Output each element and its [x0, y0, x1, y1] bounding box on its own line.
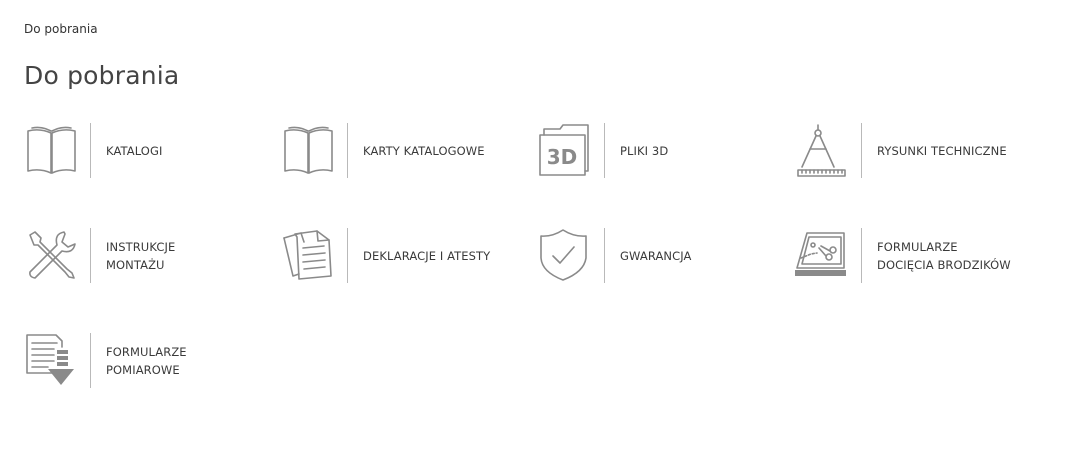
divider	[861, 228, 862, 283]
3d-folder-icon: 3D	[538, 123, 594, 179]
divider	[604, 228, 605, 283]
open-book-icon	[281, 123, 337, 179]
divider	[604, 123, 605, 178]
download-item-deklaracje-i-atesty[interactable]: DEKLARACJE I ATESTY	[281, 228, 521, 284]
divider	[90, 228, 91, 283]
wrench-screwdriver-icon	[24, 228, 80, 284]
download-item-karty-katalogowe[interactable]: KARTY KATALOGOWE	[281, 123, 521, 179]
scissors-tray-icon	[795, 228, 851, 284]
download-item-gwarancja[interactable]: GWARANCJA	[538, 228, 778, 284]
item-label: FORMULARZE DOCIĘCIA BRODZIKÓW	[877, 240, 1011, 272]
item-label: DEKLARACJE I ATESTY	[363, 249, 491, 263]
download-item-pliki-3d[interactable]: 3D PLIKI 3D	[538, 123, 778, 179]
svg-text:3D: 3D	[547, 145, 578, 169]
item-label: RYSUNKI TECHNICZNE	[877, 144, 1007, 158]
download-form-icon	[24, 333, 80, 389]
divider	[90, 333, 91, 388]
shield-check-icon	[538, 228, 594, 284]
page-title: Do pobrania	[24, 61, 180, 90]
divider	[347, 228, 348, 283]
divider	[90, 123, 91, 178]
divider	[347, 123, 348, 178]
download-item-instrukcje-montazu[interactable]: INSTRUKCJE MONTAŻU	[24, 228, 264, 284]
item-label: INSTRUKCJE MONTAŻU	[106, 240, 176, 272]
download-item-katalogi[interactable]: KATALOGI	[24, 123, 264, 179]
item-label: KATALOGI	[106, 144, 163, 158]
breadcrumb[interactable]: Do pobrania	[24, 22, 98, 36]
drafting-compass-icon	[795, 123, 851, 179]
download-item-rysunki-techniczne[interactable]: RYSUNKI TECHNICZNE	[795, 123, 1035, 179]
open-book-icon	[24, 123, 80, 179]
divider	[861, 123, 862, 178]
download-item-formularze-dociecia-brodzikow[interactable]: FORMULARZE DOCIĘCIA BRODZIKÓW	[795, 228, 1035, 284]
item-label: KARTY KATALOGOWE	[363, 144, 485, 158]
item-label: GWARANCJA	[620, 249, 692, 263]
documents-stack-icon	[281, 228, 337, 284]
download-item-formularze-pomiarowe[interactable]: FORMULARZE POMIAROWE	[24, 333, 264, 389]
item-label: FORMULARZE POMIAROWE	[106, 345, 187, 377]
item-label: PLIKI 3D	[620, 144, 669, 158]
